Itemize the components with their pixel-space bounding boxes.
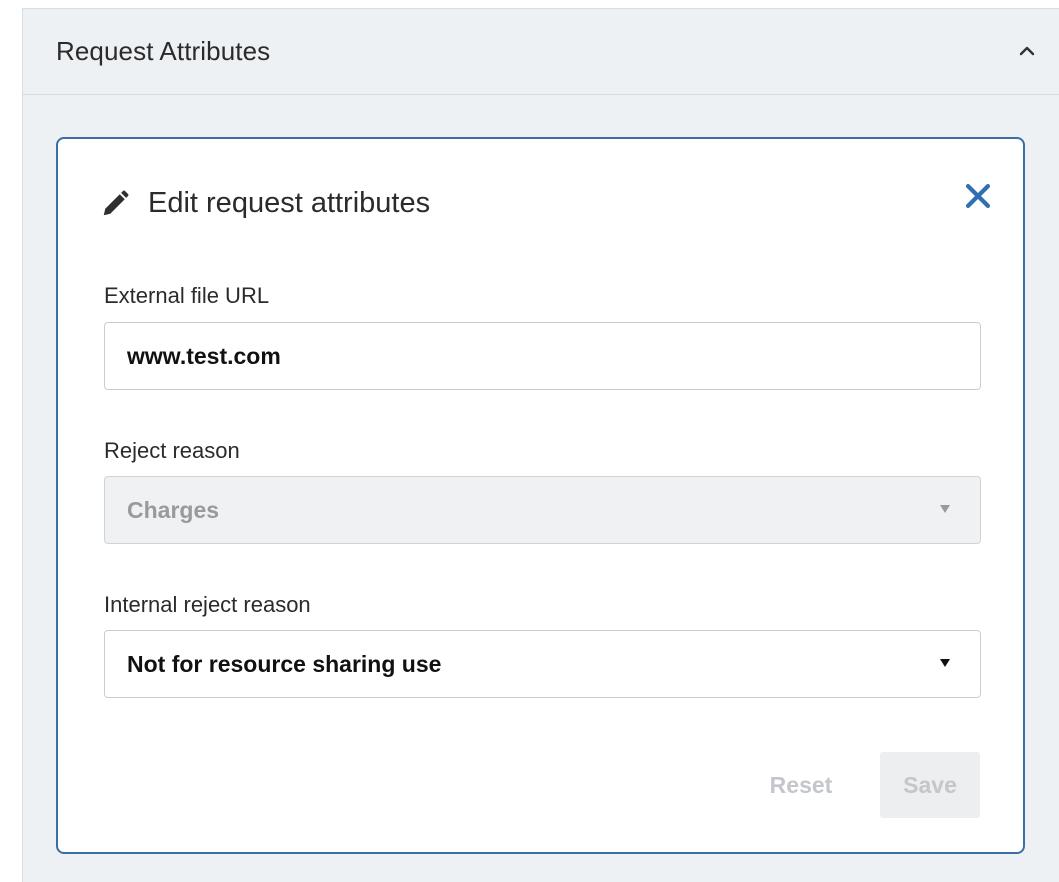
chevron-down-icon[interactable]: [940, 659, 950, 667]
card-title: Edit request attributes: [148, 187, 431, 219]
card-title-row: Edit request attributes: [100, 187, 430, 220]
reject-reason-value: Charges: [127, 497, 220, 523]
edit-attributes-card: Edit request attributes External file UR…: [56, 137, 1025, 854]
external-url-value: www.test.com: [127, 343, 281, 369]
external-url-label: External file URL: [104, 283, 270, 308]
reset-button[interactable]: Reset: [751, 752, 851, 818]
panel-title: Request Attributes: [56, 36, 271, 66]
panel-header[interactable]: Request Attributes: [23, 9, 1059, 95]
internal-reject-reason-label: Internal reject reason: [104, 592, 311, 617]
request-attributes-panel: Request Attributes Edit request attribut…: [22, 8, 1059, 882]
chevron-up-icon[interactable]: [1015, 39, 1039, 63]
internal-reject-reason-select[interactable]: Not for resource sharing use: [104, 630, 981, 698]
reject-reason-label: Reject reason: [104, 438, 240, 463]
reject-reason-select: Charges: [104, 476, 981, 544]
external-url-input[interactable]: www.test.com: [104, 322, 981, 390]
save-button[interactable]: Save: [880, 752, 980, 818]
chevron-down-icon: [940, 505, 950, 513]
internal-reject-reason-value: Not for resource sharing use: [127, 651, 442, 677]
close-icon[interactable]: [961, 179, 995, 213]
pencil-icon: [103, 190, 129, 215]
